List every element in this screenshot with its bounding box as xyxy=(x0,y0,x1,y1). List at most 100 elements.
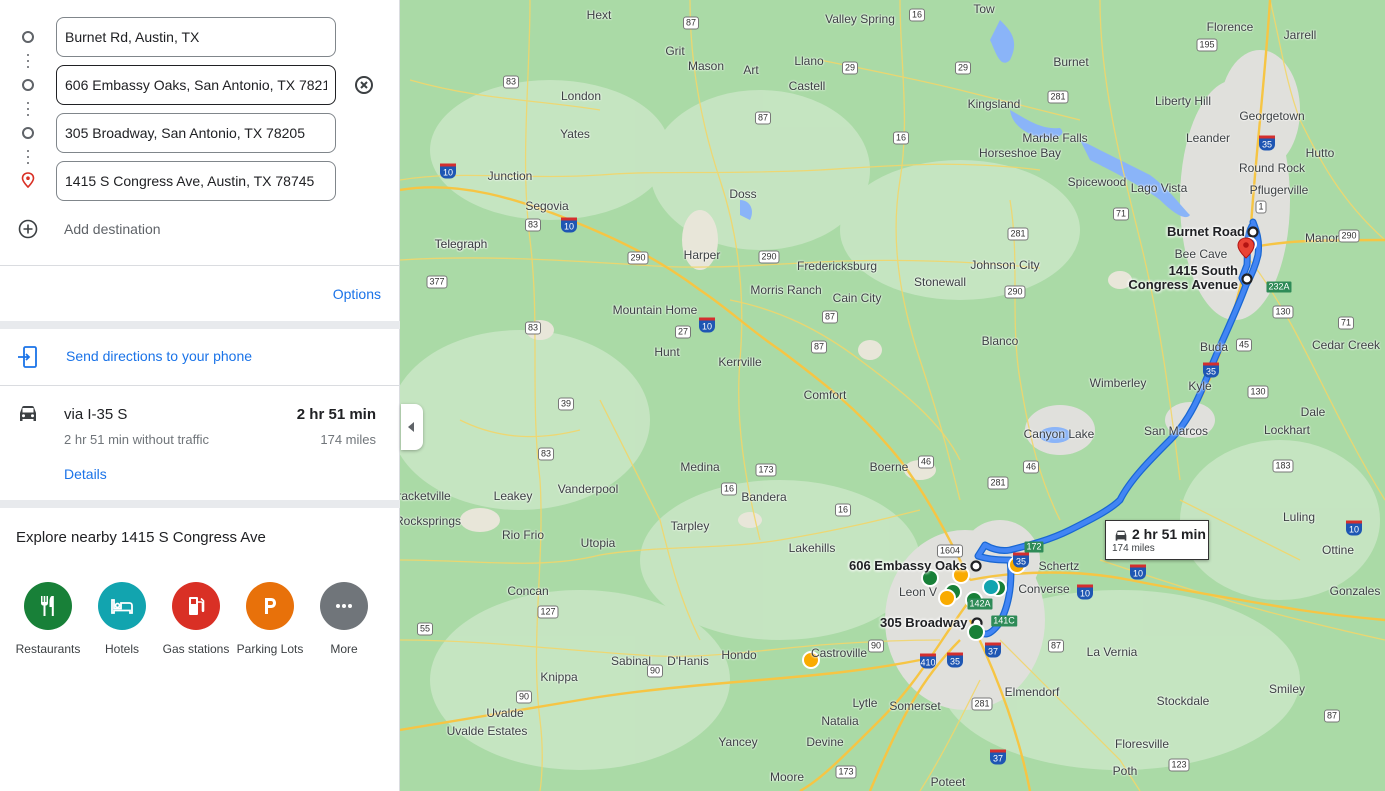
category-circle xyxy=(320,582,368,630)
category-more-button[interactable]: More xyxy=(307,582,381,656)
town-label: Doss xyxy=(729,187,757,201)
town-label: San Marcos xyxy=(1143,424,1209,438)
interstate-shield: 410 xyxy=(920,653,936,669)
town-label: Boerne xyxy=(869,460,909,474)
route-traffic-note: 2 hr 51 min without traffic xyxy=(64,432,209,447)
town-label: Leakey xyxy=(493,489,533,503)
interstate-shield: 10 xyxy=(699,317,715,333)
highway-shield: 1 xyxy=(1255,200,1267,214)
category-parking-button[interactable]: Parking Lots xyxy=(233,582,307,656)
town-label: Liberty Hill xyxy=(1154,94,1212,108)
town-label: Stockdale xyxy=(1156,694,1210,708)
add-destination-button[interactable]: Add destination xyxy=(0,212,400,248)
highway-shield: 377 xyxy=(426,275,448,289)
highway-shield: 281 xyxy=(1007,227,1029,241)
send-to-phone-button[interactable]: Send directions to your phone xyxy=(0,330,400,384)
town-label: Fredericksburg xyxy=(796,259,878,273)
town-label: Moore xyxy=(769,770,805,784)
town-label: La Vernia xyxy=(1086,645,1138,659)
town-label: Lakehills xyxy=(788,541,836,555)
town-label: Cedar Creek xyxy=(1311,338,1381,352)
exit-tag: 172 xyxy=(1024,541,1044,553)
town-label: Kyle xyxy=(1188,379,1212,393)
town-label: Mason xyxy=(687,59,725,73)
town-label: Johnson City xyxy=(970,258,1040,272)
town-label: Junction xyxy=(487,169,533,183)
route-option[interactable]: via I-35 S 2 hr 51 min 2 hr 51 min witho… xyxy=(0,386,400,498)
highway-shield: 130 xyxy=(1272,305,1294,319)
town-label: Medina xyxy=(680,460,720,474)
town-label: Harper xyxy=(683,248,721,262)
category-restaurants-button[interactable]: Restaurants xyxy=(11,582,85,656)
highway-shield: 87 xyxy=(682,16,700,30)
map-canvas[interactable]: 87 16 195 83 29 29 281 87 16 71 1 281 29… xyxy=(400,0,1385,791)
restaurant-icon xyxy=(41,596,54,616)
highway-shield: 290 xyxy=(758,250,780,264)
highway-shield: 87 xyxy=(821,310,839,324)
highway-shield: 173 xyxy=(755,463,777,477)
poi-flag-icon[interactable] xyxy=(967,623,985,641)
town-label: Cain City xyxy=(832,291,882,305)
waypoint-1-input[interactable] xyxy=(56,65,336,105)
send-to-phone-label: Send directions to your phone xyxy=(66,348,253,364)
town-label: Wimberley xyxy=(1089,376,1147,390)
highway-shield: 16 xyxy=(892,131,910,145)
highway-shield: 87 xyxy=(754,111,772,125)
category-hotels-button[interactable]: Hotels xyxy=(85,582,159,656)
highway-shield: 39 xyxy=(557,397,575,411)
town-label: Poteet xyxy=(930,775,966,789)
eta-distance: 174 miles xyxy=(1112,543,1155,554)
town-label: Hext xyxy=(586,8,612,22)
collapse-panel-button[interactable] xyxy=(401,404,423,450)
highway-shield: 290 xyxy=(627,251,649,265)
route-via: via I-35 S xyxy=(64,406,128,423)
town-label: Luling xyxy=(1282,510,1316,524)
poi-star-icon[interactable] xyxy=(938,589,956,607)
highway-shield: 123 xyxy=(1168,758,1190,772)
origin-input[interactable] xyxy=(56,17,336,57)
map-label-broadway: 305 Broadway xyxy=(880,615,968,630)
more-icon xyxy=(336,604,352,608)
map-label-burnet-road: Burnet Road xyxy=(1167,224,1245,239)
category-gas-stations-button[interactable]: Gas stations xyxy=(159,582,233,656)
town-label: Telegraph xyxy=(434,237,488,251)
highway-shield: 83 xyxy=(524,321,542,335)
route-duration: 2 hr 51 min xyxy=(296,406,376,423)
waypoint-2-input[interactable] xyxy=(56,113,336,153)
town-label: Sabinal xyxy=(610,654,652,668)
destination-input[interactable] xyxy=(56,161,336,201)
highway-shield: 281 xyxy=(987,476,1009,490)
town-label: Comfort xyxy=(803,388,847,402)
category-label: Gas stations xyxy=(162,642,230,656)
town-label: Hunt xyxy=(654,345,680,359)
remove-stop-button[interactable] xyxy=(352,73,376,97)
options-link[interactable]: Options xyxy=(333,286,381,302)
town-label: Uvalde Estates xyxy=(446,724,528,738)
interstate-shield: 10 xyxy=(1077,584,1093,600)
poi-icon[interactable] xyxy=(982,578,1000,596)
town-label: Castell xyxy=(788,79,826,93)
hotel-icon xyxy=(111,599,133,614)
town-label: Castroville xyxy=(810,646,868,660)
add-destination-label: Add destination xyxy=(64,221,161,237)
town-label: Georgetown xyxy=(1239,109,1305,123)
highway-shield: 29 xyxy=(954,61,972,75)
town-label: Tarpley xyxy=(670,519,710,533)
route-details-link[interactable]: Details xyxy=(64,466,107,482)
town-label: Leon V xyxy=(898,585,938,599)
town-label: Dale xyxy=(1300,405,1326,419)
town-label: Utopia xyxy=(580,536,616,550)
highway-shield: 90 xyxy=(867,639,885,653)
category-label: More xyxy=(330,642,358,656)
town-label: Concan xyxy=(507,584,549,598)
town-label: Ottine xyxy=(1321,543,1355,557)
route-eta-callout[interactable]: 2 hr 51 min 174 miles xyxy=(1105,520,1209,560)
waypoint-circle-icon xyxy=(22,127,34,139)
town-label: Vanderpool xyxy=(557,482,619,496)
origin-circle-icon xyxy=(22,31,34,43)
highway-shield: 183 xyxy=(1272,459,1294,473)
highway-shield: 29 xyxy=(841,61,859,75)
divider xyxy=(0,500,400,508)
town-label: Rocksprings xyxy=(400,514,462,528)
highway-shield: 1604 xyxy=(936,544,964,558)
